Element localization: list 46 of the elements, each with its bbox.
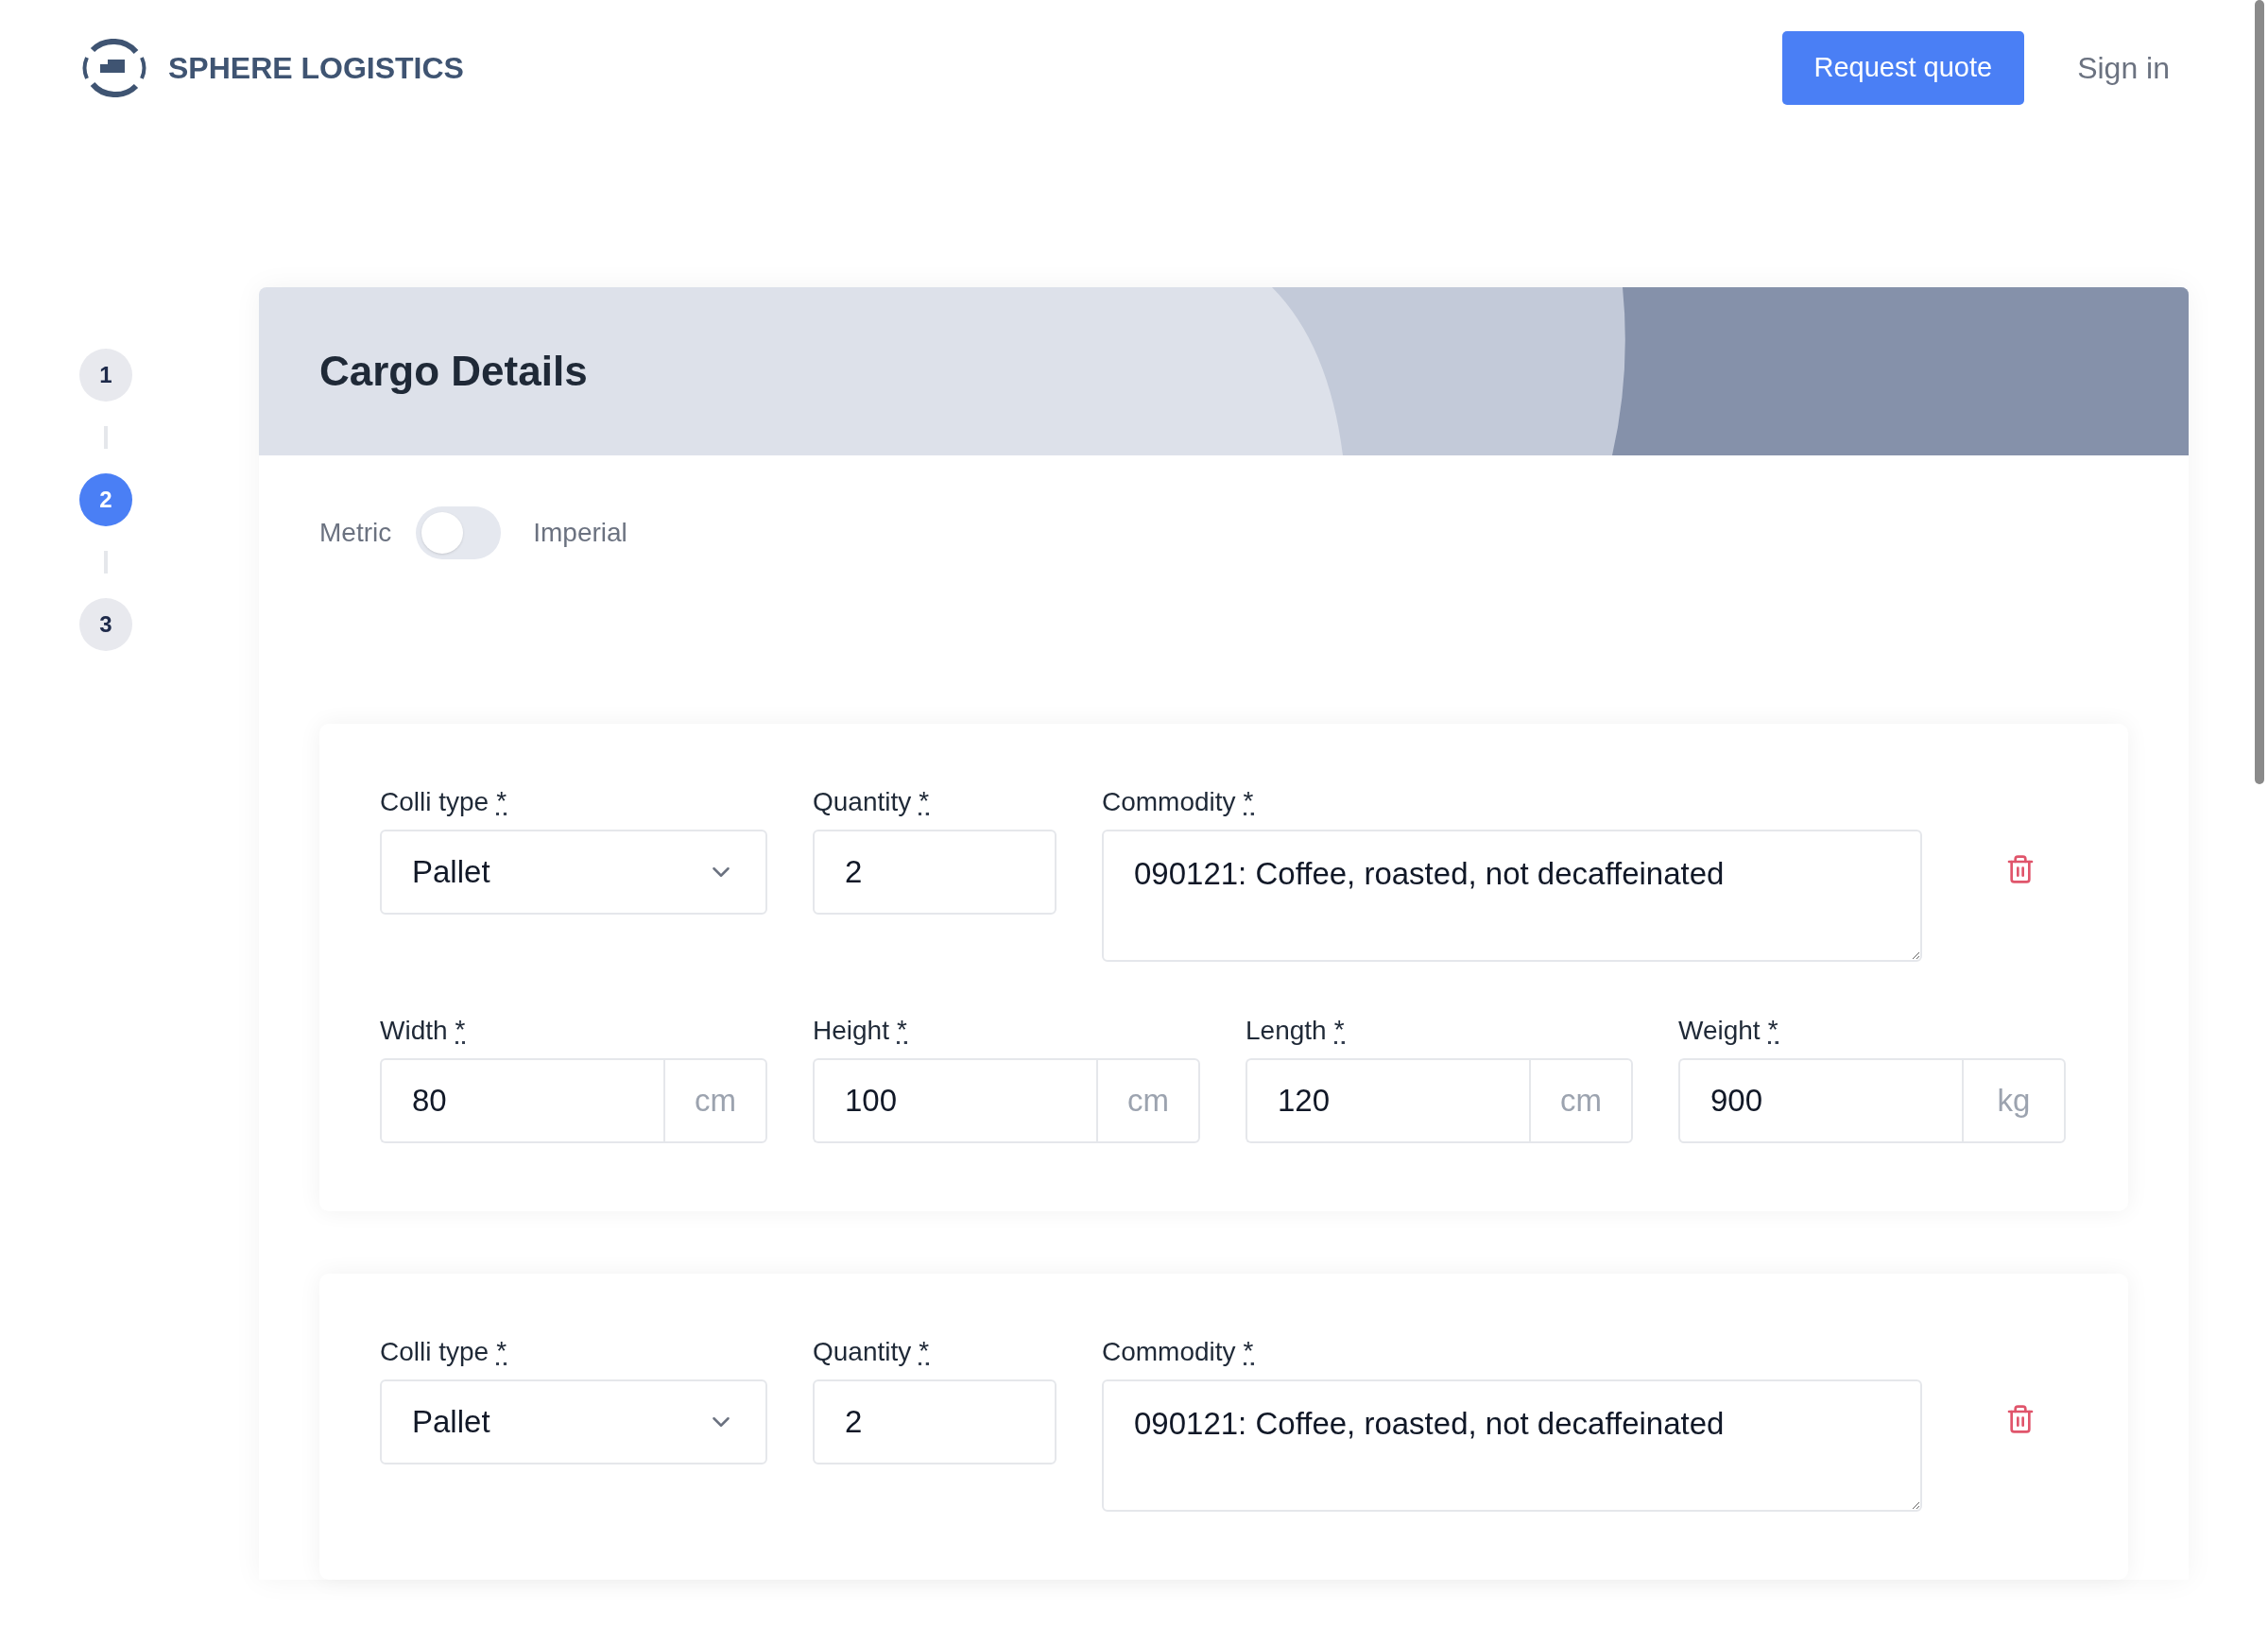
imperial-label: Imperial: [533, 517, 627, 549]
quantity-input[interactable]: 2: [813, 830, 1057, 915]
unit-toggle[interactable]: [416, 506, 502, 559]
field-label: Quantity: [813, 1336, 912, 1368]
colli-type-select[interactable]: Pallet: [380, 830, 767, 915]
quantity-input[interactable]: 2: [813, 1379, 1057, 1464]
field-label: Width: [380, 1015, 448, 1047]
measurement-input[interactable]: 80: [380, 1058, 663, 1143]
unit-addon: cm: [1529, 1058, 1633, 1143]
request-quote-button[interactable]: Request quote: [1781, 31, 2025, 105]
commodity-textarea[interactable]: 090121: Coffee, roasted, not decaffeinated: [1102, 830, 1922, 962]
required-mark: *: [1767, 1018, 1778, 1044]
logo-text: SPHERE LOGISTICS: [168, 50, 464, 87]
field-label: Commodity: [1102, 786, 1236, 818]
required-mark: *: [1243, 1339, 1254, 1365]
measurement-input[interactable]: 900: [1678, 1058, 1962, 1143]
required-mark: *: [455, 1018, 466, 1044]
page-title: Cargo Details: [319, 347, 588, 396]
field-label: Colli type: [380, 1336, 490, 1368]
required-mark: *: [496, 789, 507, 815]
required-mark: *: [1243, 789, 1254, 815]
step-indicator[interactable]: 1: [79, 349, 132, 402]
required-mark: *: [1333, 1018, 1345, 1044]
metric-label: Metric: [319, 517, 392, 549]
field-label: Weight: [1678, 1015, 1761, 1047]
field-label: Height: [813, 1015, 889, 1047]
sign-in-link[interactable]: Sign in: [2077, 45, 2170, 91]
field-label: Length: [1246, 1015, 1327, 1047]
unit-addon: cm: [663, 1058, 767, 1143]
step-indicator[interactable]: 3: [79, 598, 132, 651]
commodity-textarea[interactable]: 090121: Coffee, roasted, not decaffeinated: [1102, 1379, 1922, 1512]
field-label: Colli type: [380, 786, 490, 818]
required-mark: *: [496, 1339, 507, 1365]
trash-icon: [2005, 1404, 2036, 1434]
required-mark: *: [919, 789, 930, 815]
trash-icon: [2005, 854, 2036, 884]
field-label: Quantity: [813, 786, 912, 818]
measurement-input[interactable]: 100: [813, 1058, 1096, 1143]
required-mark: *: [896, 1018, 907, 1044]
field-label: Commodity: [1102, 1336, 1236, 1368]
required-mark: *: [919, 1339, 930, 1365]
measurement-input[interactable]: 120: [1246, 1058, 1529, 1143]
colli-type-select[interactable]: Pallet: [380, 1379, 767, 1464]
unit-addon: kg: [1962, 1058, 2066, 1143]
step-indicator[interactable]: 2: [79, 473, 132, 526]
unit-addon: cm: [1096, 1058, 1200, 1143]
